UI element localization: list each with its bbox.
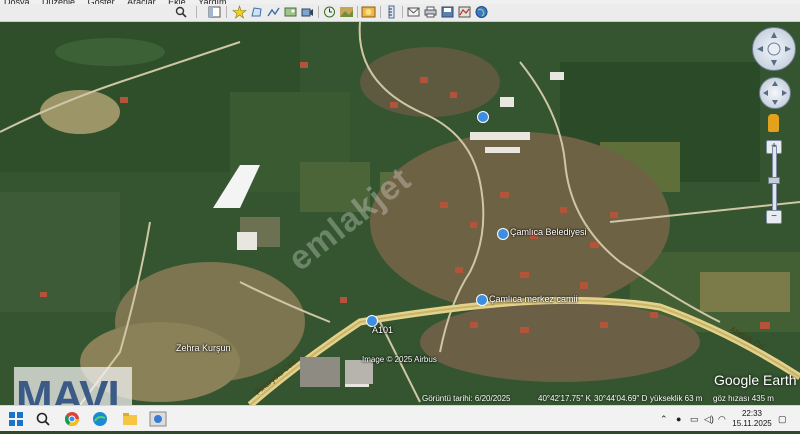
- view-in-maps-icon[interactable]: [457, 5, 472, 19]
- zoom-slider-knob[interactable]: [768, 177, 780, 184]
- pan-arrows-icon: [763, 81, 787, 105]
- placemark-icon[interactable]: [232, 5, 247, 19]
- ruler-icon[interactable]: [384, 5, 399, 19]
- taskbar: ⌃ ● ▭ ◁) ◠ 22:33 15.11.2025 ▢: [0, 405, 800, 431]
- path-icon[interactable]: [266, 5, 281, 19]
- file-explorer-icon[interactable]: [120, 409, 140, 429]
- status-bar: Görüntü tarihi: 6/20/2025 40°42'17.75" K…: [0, 393, 800, 405]
- longitude: 30°44'04.69" D: [594, 394, 648, 403]
- look-control[interactable]: [752, 27, 796, 71]
- edge-icon[interactable]: [90, 409, 110, 429]
- google-earth-logo: Google Earth: [714, 372, 797, 388]
- volume-icon[interactable]: ◁): [704, 414, 714, 425]
- toolbar-separator: [402, 6, 403, 18]
- place-label-zehra-kursun[interactable]: Zehra Kurşun: [176, 343, 231, 353]
- toolbar-separator: [357, 6, 358, 18]
- sidebar-icon[interactable]: [207, 5, 222, 19]
- chrome-icon[interactable]: [62, 409, 82, 429]
- elevation: yükseklik 63 m: [650, 394, 703, 403]
- notification-icon[interactable]: ▢: [778, 414, 787, 425]
- sun-icon[interactable]: [339, 5, 354, 19]
- street-view-pegman-icon[interactable]: [768, 114, 779, 132]
- place-pin[interactable]: [476, 294, 488, 306]
- toolbar-separator: [196, 6, 197, 18]
- imagery-credit: Image © 2025 Airbus: [362, 355, 437, 364]
- polygon-icon[interactable]: [249, 5, 264, 19]
- place-pin[interactable]: [477, 111, 489, 123]
- network-icon[interactable]: ▭: [690, 414, 699, 425]
- email-icon[interactable]: [406, 5, 421, 19]
- eye-altitude: göz hızası 435 m: [713, 394, 774, 403]
- save-image-icon[interactable]: [440, 5, 455, 19]
- clock-time: 22:33: [741, 409, 763, 418]
- google-earth-icon[interactable]: [148, 409, 168, 429]
- overlay-icon[interactable]: [283, 5, 298, 19]
- planets-icon[interactable]: [361, 5, 376, 19]
- clock[interactable]: 22:33 15.11.2025: [732, 409, 772, 429]
- clock-date: 15.11.2025: [732, 419, 772, 428]
- print-icon[interactable]: [423, 5, 438, 19]
- move-control[interactable]: [759, 77, 791, 109]
- imagery-date: Görüntü tarihi: 6/20/2025: [422, 394, 511, 403]
- place-label-belediye[interactable]: Çamlıca Belediyesi: [510, 227, 587, 237]
- place-label-camii[interactable]: Çamlıca merkez camii: [489, 294, 578, 304]
- compass-icon: [757, 32, 791, 66]
- place-pin[interactable]: [497, 228, 509, 240]
- toolbar-separator: [318, 6, 319, 18]
- windows-start-icon[interactable]: [6, 409, 26, 429]
- search-icon[interactable]: [33, 409, 53, 429]
- satellite-imagery: [0, 22, 800, 405]
- place-label-a101[interactable]: A101: [372, 325, 393, 335]
- latitude: 40°42'17.75" K: [538, 394, 591, 403]
- tour-icon[interactable]: [300, 5, 315, 19]
- toolbar-separator: [380, 6, 381, 18]
- security-icon[interactable]: ●: [676, 414, 681, 424]
- toolbar-separator: [226, 6, 227, 18]
- tray-chevron-icon[interactable]: ⌃: [660, 414, 668, 425]
- map-view[interactable]: emlakjet Çamlıca Belediyesi Çamlıca merk…: [0, 22, 800, 405]
- globe-icon[interactable]: [474, 5, 489, 19]
- search-icon[interactable]: [174, 5, 189, 19]
- zoom-out-button[interactable]: −: [766, 210, 782, 224]
- historical-imagery-icon[interactable]: [322, 5, 337, 19]
- wifi-icon[interactable]: ◠: [718, 414, 726, 425]
- toolbar: [0, 4, 800, 22]
